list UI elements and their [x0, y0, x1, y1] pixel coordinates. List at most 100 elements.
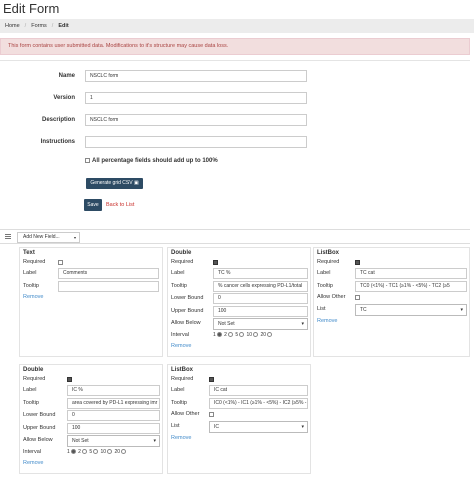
tooltip-label: Tooltip	[23, 283, 39, 289]
instructions-input[interactable]	[85, 136, 307, 148]
field-card-listbox: ListBox Required Label TC cat Tooltip TC…	[313, 247, 470, 357]
remove-link[interactable]: Remove	[23, 460, 43, 466]
card-title: ListBox	[317, 250, 340, 256]
card-title: Text	[23, 250, 35, 256]
required-checkbox[interactable]	[355, 260, 360, 265]
interval-radio-5[interactable]	[93, 449, 99, 455]
allow-other-checkbox[interactable]	[355, 295, 360, 300]
lower-bound-input[interactable]: 0	[213, 293, 308, 304]
interval-radio-10[interactable]	[107, 449, 113, 455]
chevron-down-icon: ▾	[153, 438, 156, 444]
breadcrumb-forms[interactable]: Forms	[31, 23, 47, 29]
generate-csv-button[interactable]: Generate grid CSV ▣	[86, 178, 143, 189]
name-label: Name	[58, 73, 75, 79]
interval-option-20: 20	[114, 449, 121, 455]
interval-option-2: 2	[224, 332, 227, 338]
interval-radio-2[interactable]	[227, 332, 233, 338]
chevron-down-icon: ▾	[301, 424, 304, 430]
description-input[interactable]: NSCLC form	[85, 114, 307, 126]
label-input[interactable]: TC cat	[355, 268, 467, 279]
version-input[interactable]: 1	[85, 92, 307, 104]
label-input[interactable]: IC cat	[209, 385, 308, 396]
field-card-double: Double Required Label TC % Tooltip % can…	[167, 247, 311, 357]
interval-label: Interval	[171, 332, 190, 338]
label-input[interactable]: TC %	[213, 268, 308, 279]
interval-radio-1[interactable]	[70, 449, 76, 455]
breadcrumb-separator: /	[51, 23, 54, 29]
interval-radio-5[interactable]	[239, 332, 245, 338]
label-label: Label	[317, 270, 331, 276]
add-field-select[interactable]: Add New Field... ▾	[17, 232, 80, 243]
interval-radio-group: 1 2 5 10 20	[213, 332, 273, 338]
interval-option-1: 1	[67, 449, 70, 455]
remove-link[interactable]: Remove	[23, 294, 43, 300]
form-panel: Name NSCLC form Version 1 Description NS…	[0, 60, 470, 213]
upper-bound-label: Upper Bound	[23, 425, 56, 431]
required-label: Required	[23, 259, 46, 265]
allow-below-label: Allow Below	[23, 437, 53, 443]
interval-radio-20[interactable]	[267, 332, 273, 338]
instructions-label: Instructions	[40, 139, 75, 145]
tooltip-input[interactable]: % cancer cells expressing PD-L1/total	[213, 281, 308, 292]
required-checkbox[interactable]	[67, 377, 72, 382]
list-select[interactable]: IC ▾	[209, 421, 308, 433]
chevron-down-icon: ▾	[460, 307, 463, 313]
field-card-text: Text Required Label Comments Tooltip Rem…	[19, 247, 163, 357]
interval-option-2: 2	[78, 449, 81, 455]
interval-radio-1[interactable]	[216, 332, 222, 338]
required-checkbox[interactable]	[58, 260, 63, 265]
label-input[interactable]: IC %	[67, 385, 160, 396]
list-value: TC	[360, 307, 367, 313]
add-field-label: Add New Field...	[23, 234, 60, 240]
label-label: Label	[23, 387, 37, 393]
save-button[interactable]: Save	[84, 199, 102, 211]
list-value: IC	[214, 424, 219, 430]
lower-bound-label: Lower Bound	[171, 295, 204, 301]
version-label: Version	[53, 95, 75, 101]
remove-link[interactable]: Remove	[171, 343, 191, 349]
interval-radio-10[interactable]	[253, 332, 259, 338]
list-select[interactable]: TC ▾	[355, 304, 467, 316]
list-label: List	[171, 423, 180, 429]
name-input[interactable]: NSCLC form	[85, 70, 307, 82]
back-to-list-link[interactable]: Back to List	[106, 202, 134, 208]
tooltip-label: Tooltip	[171, 400, 187, 406]
tooltip-input[interactable]: area covered by PD-L1 expressing imr	[67, 398, 160, 409]
required-checkbox[interactable]	[213, 260, 218, 265]
remove-link[interactable]: Remove	[317, 318, 337, 324]
allow-below-select[interactable]: Not Set ▾	[213, 318, 308, 330]
percent-sum-checkbox[interactable]	[85, 158, 90, 163]
chevron-down-icon: ▾	[73, 235, 76, 240]
chevron-down-icon: ▾	[301, 321, 304, 327]
allow-other-label: Allow Other	[171, 411, 200, 417]
tooltip-input[interactable]: TC0 (<1%) - TC1 (≥1% - <5%) - TC2 (≥5	[355, 281, 467, 292]
breadcrumb-current: Edit	[58, 23, 69, 29]
required-checkbox[interactable]	[209, 377, 214, 382]
upper-bound-label: Upper Bound	[171, 308, 204, 314]
interval-radio-20[interactable]	[121, 449, 127, 455]
upper-bound-input[interactable]: 100	[67, 423, 160, 434]
allow-other-checkbox[interactable]	[209, 412, 214, 417]
page-title: Edit Form	[3, 1, 60, 16]
breadcrumb-separator: /	[24, 23, 27, 29]
interval-label: Interval	[23, 449, 42, 455]
interval-radio-2[interactable]	[81, 449, 87, 455]
card-title: ListBox	[171, 367, 194, 373]
card-title: Double	[23, 367, 44, 373]
allow-below-select[interactable]: Not Set ▾	[67, 435, 160, 447]
lower-bound-input[interactable]: 0	[67, 410, 160, 421]
required-label: Required	[317, 259, 340, 265]
tooltip-input[interactable]: IC0 (<1%) - IC1 (≥1% - <5%) - IC2 (≥5% -	[209, 398, 308, 409]
remove-link[interactable]: Remove	[171, 435, 191, 441]
label-label: Label	[171, 387, 185, 393]
allow-below-value: Not Set	[218, 321, 235, 327]
menu-icon[interactable]	[5, 234, 11, 239]
interval-option-10: 10	[246, 332, 253, 338]
tooltip-input[interactable]	[58, 281, 159, 292]
label-input[interactable]: Comments	[58, 268, 159, 279]
upper-bound-input[interactable]: 100	[213, 306, 308, 317]
list-label: List	[317, 306, 326, 312]
tooltip-label: Tooltip	[317, 283, 333, 289]
warning-alert: This form contains user submitted data. …	[0, 38, 470, 55]
breadcrumb-home[interactable]: Home	[5, 23, 20, 29]
